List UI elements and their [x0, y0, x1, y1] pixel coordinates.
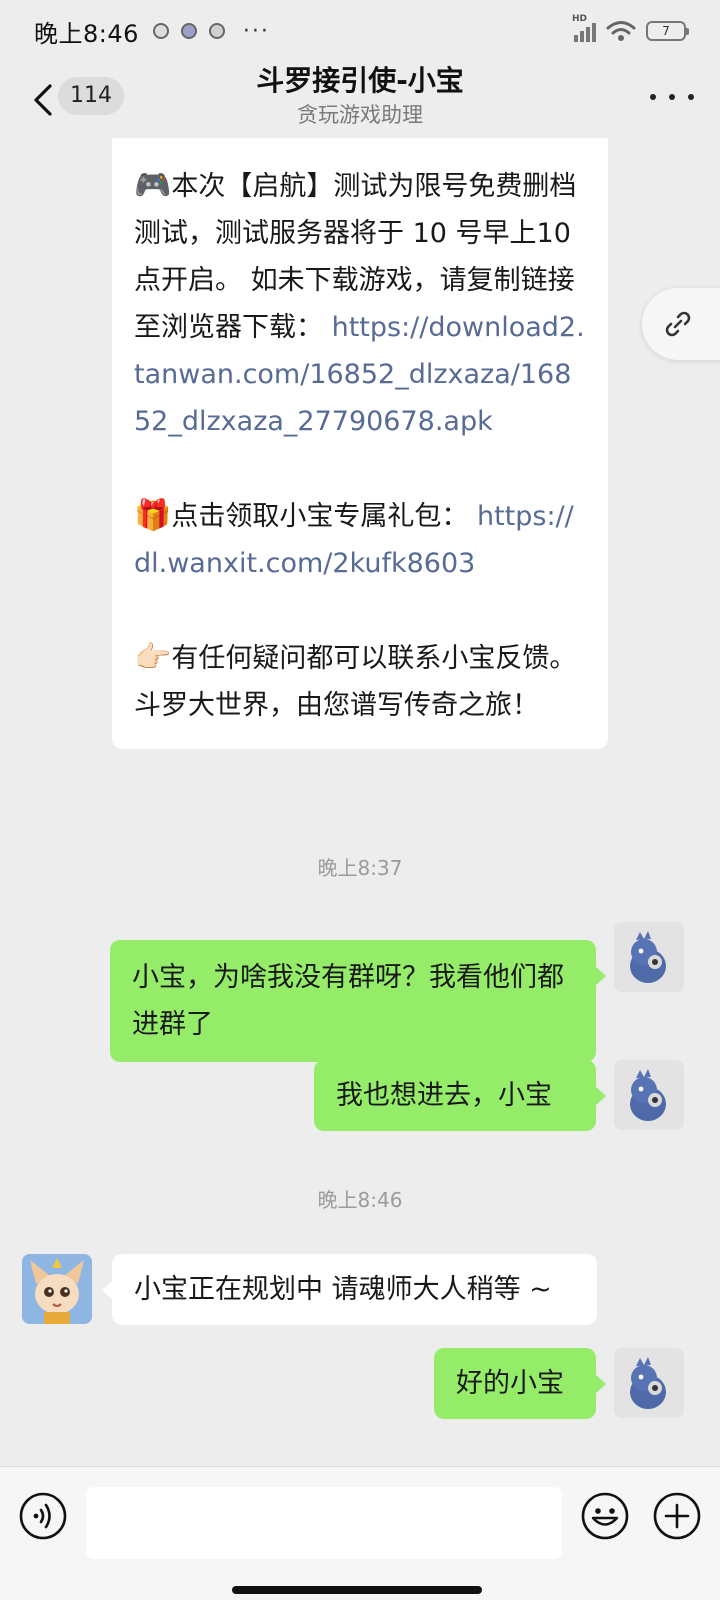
avatar-image: [614, 922, 684, 992]
wifi-icon: [606, 21, 636, 41]
avatar-image: [22, 1254, 92, 1324]
announcement-paragraph: 👉🏻有任何疑问都可以联系小宝反馈。 斗罗大世界，由您谱写传奇之旅！: [134, 640, 577, 721]
link-icon: [665, 311, 691, 337]
gift-icon: 🎁: [134, 498, 172, 533]
avatar-image: [614, 1348, 684, 1418]
pointing-hand-icon: 👉🏻: [134, 640, 172, 675]
avatar-image: [614, 1060, 684, 1130]
chat-subtitle: 贪玩游戏助理: [297, 103, 423, 127]
message-input[interactable]: [86, 1487, 562, 1559]
notification-icon: [208, 23, 225, 39]
status-right: HD 7: [572, 14, 689, 42]
more-icon[interactable]: [650, 82, 694, 112]
game-controller-icon: 🎮: [134, 168, 172, 203]
battery-icon: 7: [646, 21, 689, 41]
chat-message-list[interactable]: 🎮本次【启航】测试为限号免费删档测试，测试服务器将于 10 号早上10 点开启。…: [0, 138, 720, 1466]
message-bubble-incoming[interactable]: 小宝正在规划中 请魂师大人稍等 ~: [102, 1254, 597, 1325]
announcement-paragraph: 🎮本次【启航】测试为限号免费删档测试，测试服务器将于 10 号早上10 点开启。…: [134, 168, 585, 437]
more-notifications-indicator: ···: [242, 18, 270, 44]
network-type: HD: [572, 14, 588, 24]
status-time: 晚上8:46: [34, 19, 139, 48]
chat-header: 114 斗罗接引使-小宝 贪玩游戏助理: [0, 62, 720, 138]
status-bar: 晚上8:46 ··· HD 7: [0, 0, 720, 62]
avatar[interactable]: [22, 1254, 92, 1324]
timestamp: 晚上8:46: [317, 1188, 403, 1212]
announcement-paragraph: 🎁点击领取小宝专属礼包： https://dl.wanxit.com/2kufk…: [134, 498, 574, 579]
plus-icon[interactable]: [652, 1491, 702, 1541]
avatar[interactable]: [614, 1060, 684, 1130]
home-indicator[interactable]: [232, 1586, 482, 1594]
timestamp: 晚上8:37: [317, 856, 403, 880]
battery-level: 7: [662, 24, 670, 38]
chat-title: 斗罗接引使-小宝: [256, 64, 464, 97]
avatar[interactable]: [614, 922, 684, 992]
copy-link-button[interactable]: [642, 288, 720, 360]
message-bubble-outgoing[interactable]: 我也想进去，小宝: [314, 1060, 606, 1131]
voice-icon[interactable]: [18, 1491, 68, 1541]
signal-icon: HD: [572, 14, 596, 42]
message-bubble-incoming[interactable]: 🎮本次【启航】测试为限号免费删档测试，测试服务器将于 10 号早上10 点开启。…: [112, 138, 608, 749]
message-input-bar: [0, 1466, 720, 1600]
avatar[interactable]: [614, 1348, 684, 1418]
message-bubble-outgoing[interactable]: 小宝，为啥我没有群呀？我看他们都进群了: [110, 940, 606, 1062]
message-bubble-outgoing[interactable]: 好的小宝: [434, 1348, 606, 1419]
notification-icon: [180, 23, 197, 39]
notification-icons: [152, 23, 225, 39]
notification-icon: [152, 23, 169, 39]
emoji-icon[interactable]: [580, 1491, 630, 1541]
